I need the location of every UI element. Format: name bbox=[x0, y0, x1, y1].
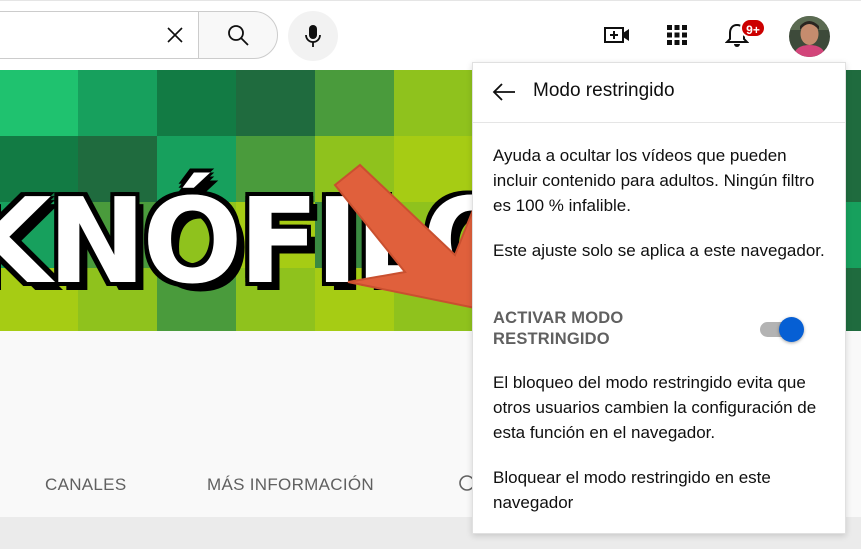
banner-tile bbox=[315, 70, 394, 136]
close-icon bbox=[167, 27, 183, 43]
tab-about[interactable]: MÁS INFORMACIÓN bbox=[207, 475, 374, 495]
user-photo-icon bbox=[789, 16, 830, 57]
tab-channels[interactable]: CANALES bbox=[45, 475, 126, 495]
voice-search-button[interactable] bbox=[288, 11, 338, 61]
banner-tile bbox=[78, 70, 157, 136]
arrow-back-icon bbox=[492, 83, 515, 101]
toggle-knob bbox=[779, 317, 804, 342]
restricted-mode-toggle[interactable] bbox=[760, 316, 804, 344]
create-video-button[interactable] bbox=[600, 18, 634, 52]
banner-tile bbox=[0, 70, 78, 136]
avatar[interactable] bbox=[789, 16, 830, 57]
menu-header: Modo restringido bbox=[473, 63, 845, 123]
divider bbox=[0, 0, 861, 1]
banner-tile bbox=[236, 70, 315, 136]
video-camera-add-icon bbox=[604, 27, 629, 43]
masthead: 9+ bbox=[0, 0, 861, 70]
apps-button[interactable] bbox=[660, 18, 694, 52]
banner-tile bbox=[157, 70, 236, 136]
lock-info: El bloqueo del modo restringido evita qu… bbox=[493, 373, 817, 442]
toggle-label: ACTIVAR MODO RESTRINGIDO bbox=[493, 309, 624, 348]
search-button[interactable] bbox=[198, 11, 278, 59]
menu-title: Modo restringido bbox=[533, 80, 675, 101]
search-icon bbox=[228, 25, 249, 46]
apps-grid-icon bbox=[667, 25, 687, 45]
browser-note: Este ajuste solo se aplica a este navega… bbox=[493, 241, 825, 260]
microphone-icon bbox=[305, 25, 321, 47]
restricted-mode-menu: Modo restringido Ayuda a ocultar los víd… bbox=[472, 62, 846, 534]
restricted-description: Ayuda a ocultar los vídeos que pueden in… bbox=[493, 146, 815, 215]
lock-restricted-mode-link[interactable]: Bloquear el modo restringido en este nav… bbox=[493, 465, 828, 515]
clear-search-button[interactable] bbox=[160, 20, 190, 50]
banner-tile bbox=[394, 70, 473, 136]
notification-count-badge: 9+ bbox=[740, 18, 766, 38]
back-button[interactable] bbox=[489, 77, 519, 107]
